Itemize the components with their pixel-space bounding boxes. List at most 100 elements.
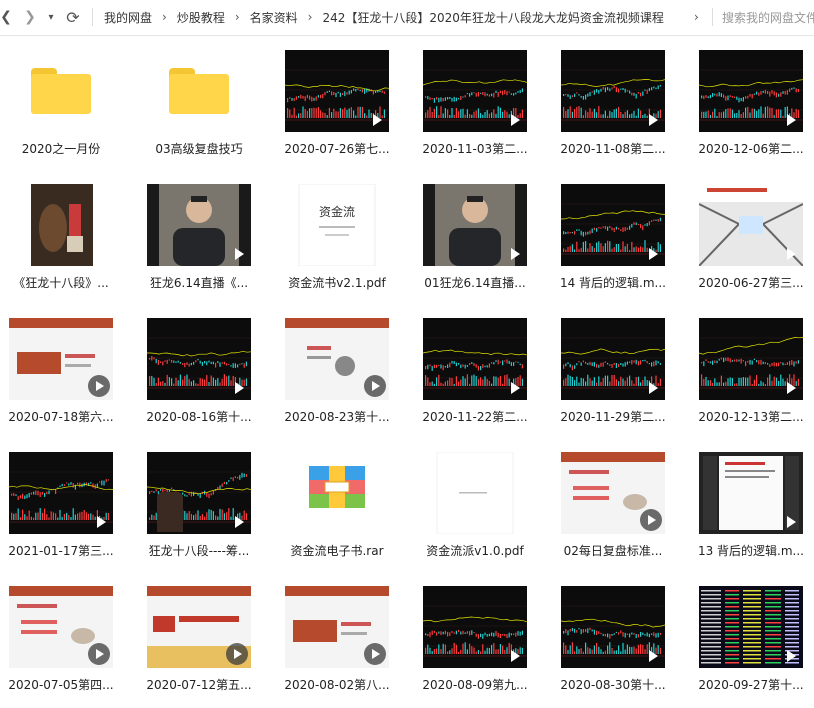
play-icon [781,379,799,397]
play-icon [643,379,661,397]
file-item[interactable]: 2020-07-05第四... [0,572,130,702]
file-item[interactable]: 2020-08-16第十... [138,304,268,434]
file-name: 2020-08-09第九... [422,678,528,692]
video-thumbnail [561,586,665,668]
file-name: 2020-08-23第十... [284,410,390,424]
file-item[interactable]: 2020-08-30第十... [552,572,682,702]
chevron-left-icon[interactable]: ❮ [0,0,16,34]
play-icon [367,111,385,129]
file-item[interactable]: 14 背后的逻辑.m... [552,170,682,300]
video-thumbnail [423,318,527,400]
play-icon [781,111,799,129]
file-name: 2020-08-30第十... [560,678,666,692]
file-item[interactable]: 狂龙6.14直播《... [138,170,268,300]
video-thumbnail [699,586,803,668]
file-item[interactable]: 2020-07-18第六... [0,304,130,434]
video-thumbnail [423,184,527,266]
video-thumbnail [147,184,251,266]
file-item[interactable]: 2020-08-02第八... [276,572,406,702]
file-item[interactable]: 2021-01-17第三... [0,438,130,568]
file-item[interactable]: 02每日复盘标准... [552,438,682,568]
breadcrumb-item-2[interactable]: 名家资料 [250,9,298,26]
file-item[interactable]: 资金流 资金流书v2.1.pdf [276,170,406,300]
video-thumbnail [9,318,113,400]
video-thumbnail [561,184,665,266]
file-name: 《狂龙十八段》... [13,276,109,290]
breadcrumb-separator-icon: › [162,10,167,24]
toolbar: ❮ ❯ ▾ ⟳ 我的网盘 › 炒股教程 › 名家资料 › 242【狂龙十八段】2… [0,0,814,36]
file-item[interactable]: 2020-11-08第二... [552,36,682,166]
breadcrumb-item-1[interactable]: 炒股教程 [177,9,225,26]
file-item[interactable]: 资金流电子书.rar [276,438,406,568]
file-item[interactable]: 2020-11-22第二... [414,304,544,434]
file-name: 2020-07-05第四... [8,678,114,692]
file-name: 2020-11-29第二... [560,410,666,424]
file-item[interactable]: 2020-08-23第十... [276,304,406,434]
image-thumbnail [9,184,113,266]
file-grid: 2020之一月份 03高级复盘技巧 2020-07-26第七... 2020-11-0… [0,36,814,708]
video-thumbnail [561,452,665,534]
file-name: 资金流电子书.rar [290,544,384,558]
breadcrumb-item-3[interactable]: 242【狂龙十八段】2020年狂龙十八段龙大龙妈资金流视频课程 [322,9,663,26]
video-thumbnail [699,318,803,400]
file-name: 资金流派v1.0.pdf [426,544,524,558]
video-thumbnail [423,586,527,668]
file-name: 02每日复盘标准... [563,544,663,558]
file-item[interactable]: 《狂龙十八段》... [0,170,130,300]
file-item[interactable]: 2020-08-09第九... [414,572,544,702]
breadcrumb: 我的网盘 › 炒股教程 › 名家资料 › 242【狂龙十八段】2020年狂龙十八… [104,0,664,34]
file-item[interactable]: 03高级复盘技巧 [138,36,268,166]
file-item[interactable]: 2020-11-03第二... [414,36,544,166]
play-icon [781,513,799,531]
video-thumbnail [561,318,665,400]
file-item[interactable]: 01狂龙6.14直播... [414,170,544,300]
triangle-down-icon[interactable]: ▾ [43,0,59,34]
play-icon [364,643,386,665]
file-item[interactable]: 狂龙十八段----筹... [138,438,268,568]
file-name: 2021-01-17第三... [8,544,114,558]
file-name: 2020-09-27第十... [698,678,804,692]
refresh-icon[interactable]: ⟳ [62,0,84,34]
play-icon [643,647,661,665]
file-name: 2020-08-02第八... [284,678,390,692]
folder-icon [9,50,113,132]
file-item[interactable]: 资金流派v1.0.pdf [414,438,544,568]
file-name: 2020-07-26第七... [284,142,390,156]
file-item[interactable]: 2020-11-29第二... [552,304,682,434]
play-icon [505,111,523,129]
video-thumbnail [423,50,527,132]
file-item[interactable]: 2020-12-06第二... [690,36,814,166]
play-icon [643,245,661,263]
video-thumbnail [147,318,251,400]
video-thumbnail [699,50,803,132]
file-name: 2020-07-18第六... [8,410,114,424]
file-name: 2020-06-27第三... [698,276,804,290]
play-icon [781,245,799,263]
file-item[interactable]: 2020之一月份 [0,36,130,166]
search-input[interactable]: 搜索我的网盘文件 [722,0,814,34]
file-name: 2020之一月份 [21,142,101,156]
play-icon [643,111,661,129]
file-name: 2020-12-06第二... [698,142,804,156]
breadcrumb-item-0[interactable]: 我的网盘 [104,9,152,26]
video-thumbnail [561,50,665,132]
file-item[interactable]: 13 背后的逻辑.m... [690,438,814,568]
file-item[interactable]: 2020-09-27第十... [690,572,814,702]
file-name: 03高级复盘技巧 [155,142,243,156]
video-thumbnail [699,452,803,534]
file-name: 14 背后的逻辑.m... [559,276,667,290]
play-icon [364,375,386,397]
video-thumbnail [285,50,389,132]
file-name: 2020-07-12第五... [146,678,252,692]
chevron-right-icon[interactable]: › [694,0,699,34]
file-item[interactable]: 2020-07-12第五... [138,572,268,702]
play-icon [229,379,247,397]
file-item[interactable]: 2020-12-13第二... [690,304,814,434]
file-name: 2020-11-08第二... [560,142,666,156]
play-icon [88,375,110,397]
file-item[interactable]: 2020-07-26第七... [276,36,406,166]
file-name: 01狂龙6.14直播... [424,276,526,290]
file-item[interactable]: 2020-06-27第三... [690,170,814,300]
chevron-right-icon[interactable]: ❯ [20,0,40,34]
pdf-thumbnail: 资金流 [285,184,389,266]
